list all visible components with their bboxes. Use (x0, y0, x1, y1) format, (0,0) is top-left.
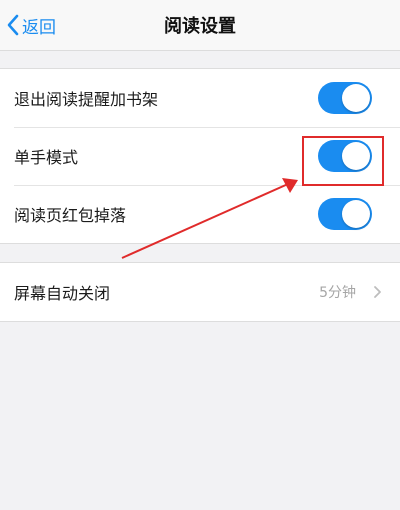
annotation-highlight-box (302, 136, 384, 186)
setting-label: 单手模式 (14, 148, 79, 167)
toggle-knob (342, 200, 370, 228)
chevron-right-icon (374, 286, 381, 298)
setting-row-screen-off[interactable]: 屏幕自动关闭 5分钟 (0, 263, 400, 321)
setting-label: 屏幕自动关闭 (14, 284, 111, 303)
screen-off-value: 5分钟 (319, 285, 356, 301)
setting-label: 阅读页红包掉落 (14, 206, 127, 225)
exit-reminder-toggle[interactable] (318, 82, 372, 114)
navigation-bar: 返回 阅读设置 (0, 0, 400, 51)
setting-row-red-packet: 阅读页红包掉落 (0, 185, 400, 243)
setting-label: 退出阅读提醒加书架 (14, 90, 159, 109)
toggle-knob (342, 84, 370, 112)
page-title: 阅读设置 (164, 16, 236, 37)
setting-row-exit-reminder: 退出阅读提醒加书架 (0, 69, 400, 127)
red-packet-toggle[interactable] (318, 198, 372, 230)
screen-settings-group: 屏幕自动关闭 5分钟 (0, 262, 400, 322)
